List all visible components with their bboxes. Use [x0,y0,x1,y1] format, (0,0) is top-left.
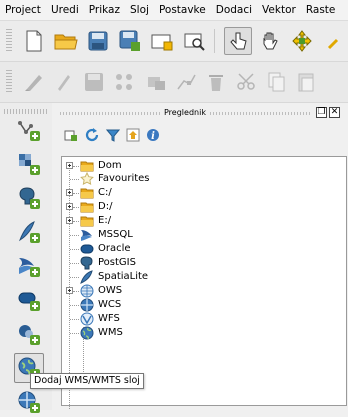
save-layer-edits-icon[interactable] [80,68,108,96]
wcs-icon [80,298,94,312]
svg-text:i: i [151,131,155,142]
add-oracle-layer-icon[interactable] [14,285,44,315]
current-edits-icon[interactable] [20,68,48,96]
panel-titlebar[interactable]: Preglednik ❐ ✕ [56,106,348,120]
paste-features-icon[interactable] [292,68,320,96]
toolbar-grip[interactable] [6,29,12,53]
project-toolbar [0,21,348,62]
refresh-icon[interactable] [84,127,100,146]
postgis-icon [80,256,93,270]
add-db2-layer-icon[interactable] [14,319,44,349]
menu-layer[interactable]: Sloj [125,4,154,16]
add-selected-icon[interactable] [64,128,78,145]
expand-toggle[interactable] [66,287,73,294]
menu-plugins[interactable]: Dodaci [211,4,257,16]
delete-selected-icon[interactable] [202,68,230,96]
pan-to-selection-icon[interactable] [288,27,316,55]
toolbar-grip[interactable] [6,70,12,94]
mssql-icon [81,230,92,241]
composer-manager-icon[interactable] [180,27,208,55]
wms-icon [80,326,94,340]
add-vector-layer-icon[interactable] [14,115,44,145]
browser-panel: Preglednik ❐ ✕ i Dom Favourites C:/ D:/ … [56,104,348,410]
properties-icon[interactable]: i [146,128,160,145]
node-tool-icon[interactable] [172,68,200,96]
cut-features-icon[interactable] [232,68,260,96]
expand-toggle[interactable] [66,162,73,169]
save-project-icon[interactable] [84,27,112,55]
toggle-editing-icon[interactable] [50,68,78,96]
add-raster-layer-icon[interactable] [14,149,44,179]
add-postgis-layer-icon[interactable] [14,183,44,213]
move-feature-icon[interactable] [142,68,170,96]
new-project-icon[interactable] [20,27,48,55]
digitizing-toolbar [0,62,348,103]
folder-icon [80,161,94,172]
folder-icon [80,216,94,227]
tooltip: Dodaj WMS/WMTS sloj [30,373,144,389]
menu-vector[interactable]: Vektor [257,4,301,16]
folder-icon [80,202,94,213]
menu-project[interactable]: Project [0,4,46,16]
touch-zoom-icon[interactable] [224,27,252,55]
new-print-composer-icon[interactable] [148,27,176,55]
folder-icon [80,188,94,199]
panel-title: Preglednik [164,108,206,117]
add-mssql-layer-icon[interactable] [14,251,44,281]
add-feature-icon[interactable] [110,68,138,96]
collapse-all-icon[interactable] [126,128,140,145]
menu-edit[interactable]: Uredi [46,4,84,16]
menu-bar: Project Uredi Prikaz Sloj Postavke Dodac… [0,0,348,21]
open-project-icon[interactable] [52,27,80,55]
add-wcs-layer-icon[interactable] [14,387,44,417]
ows-icon [80,284,94,298]
toolbar-overflow-icon[interactable] [320,27,348,55]
pan-icon[interactable] [256,27,284,55]
expand-toggle[interactable] [66,189,73,196]
menu-settings[interactable]: Postavke [154,4,211,16]
browser-toolbar: i [64,126,160,146]
oracle-icon [80,244,94,254]
close-panel-button[interactable]: ✕ [329,107,340,118]
expand-toggle[interactable] [66,203,73,210]
manage-layers-toolbar [0,103,52,413]
browser-tree: Dom Favourites C:/ D:/ E:/ MSSQL Oracle … [61,156,347,409]
menu-view[interactable]: Prikaz [84,4,125,16]
star-icon [80,172,94,186]
menu-raster[interactable]: Raste [301,4,341,16]
add-spatialite-layer-icon[interactable] [14,217,44,247]
expand-toggle[interactable] [66,217,73,224]
spatialite-icon [80,270,93,284]
filter-icon[interactable] [105,128,121,145]
copy-features-icon[interactable] [262,68,290,96]
toolbar-grip[interactable] [4,109,48,114]
float-panel-button[interactable]: ❐ [316,107,327,118]
wfs-icon [80,312,94,326]
save-as-icon[interactable] [116,27,144,55]
